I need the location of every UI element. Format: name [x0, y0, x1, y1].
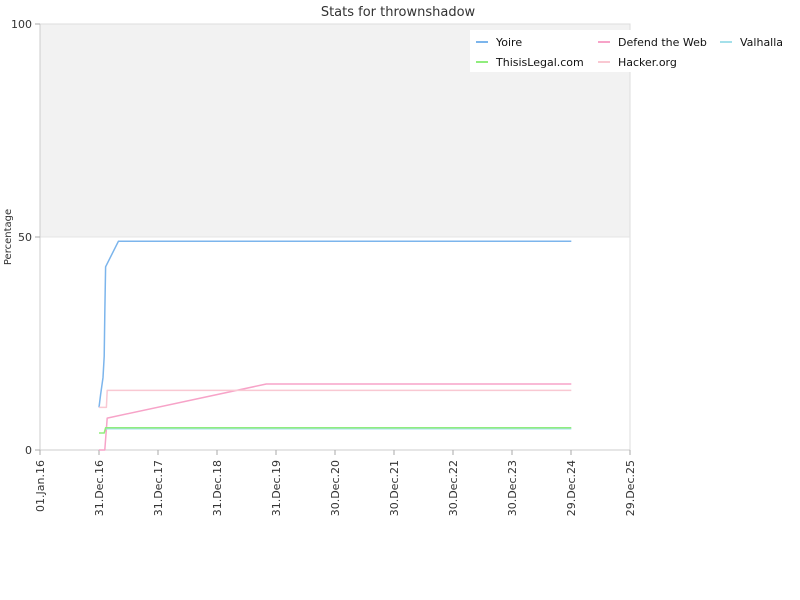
x-tick-label: 31.Dec.17 [152, 460, 165, 516]
y-axis-title: Percentage [3, 209, 14, 265]
chart-title: Stats for thrownshadow [321, 5, 476, 20]
x-axis: 01.Jan.16 31.Dec.16 31.Dec.17 31.Dec.18 31.D… [34, 449, 637, 516]
y-axis: 0 50 100 [11, 18, 41, 457]
legend-label: Hacker.org [618, 56, 677, 69]
y-tick-label: 100 [11, 18, 32, 31]
x-tick-label: 31.Dec.16 [93, 460, 106, 516]
x-tick-label: 30.Dec.20 [329, 460, 342, 516]
x-tick-label: 30.Dec.23 [506, 460, 519, 516]
legend-label: Yoire [495, 36, 522, 49]
x-tick-label: 30.Dec.22 [447, 460, 460, 516]
x-tick-label: 01.Jan.16 [34, 460, 47, 512]
x-tick-label: 31.Dec.18 [211, 460, 224, 516]
legend-label: ThisisLegal.com [495, 56, 584, 69]
x-tick-label: 31.Dec.19 [270, 460, 283, 516]
legend-label: Defend the Web [618, 36, 707, 49]
y-tick-label: 50 [18, 231, 32, 244]
x-tick-label: 30.Dec.21 [388, 460, 401, 516]
legend: Yoire Defend the Web Valhalla ThisisLegal.c… [470, 30, 790, 72]
x-tick-label: 29.Dec.24 [565, 460, 578, 516]
x-tick-label: 29.Dec.25 [624, 460, 637, 516]
legend-label: Valhalla [740, 36, 783, 49]
plot-background [39, 23, 631, 451]
y-tick-label: 0 [25, 444, 32, 457]
line-chart: Stats for thrownshadow Percentage 0 50 100… [3, 5, 790, 516]
